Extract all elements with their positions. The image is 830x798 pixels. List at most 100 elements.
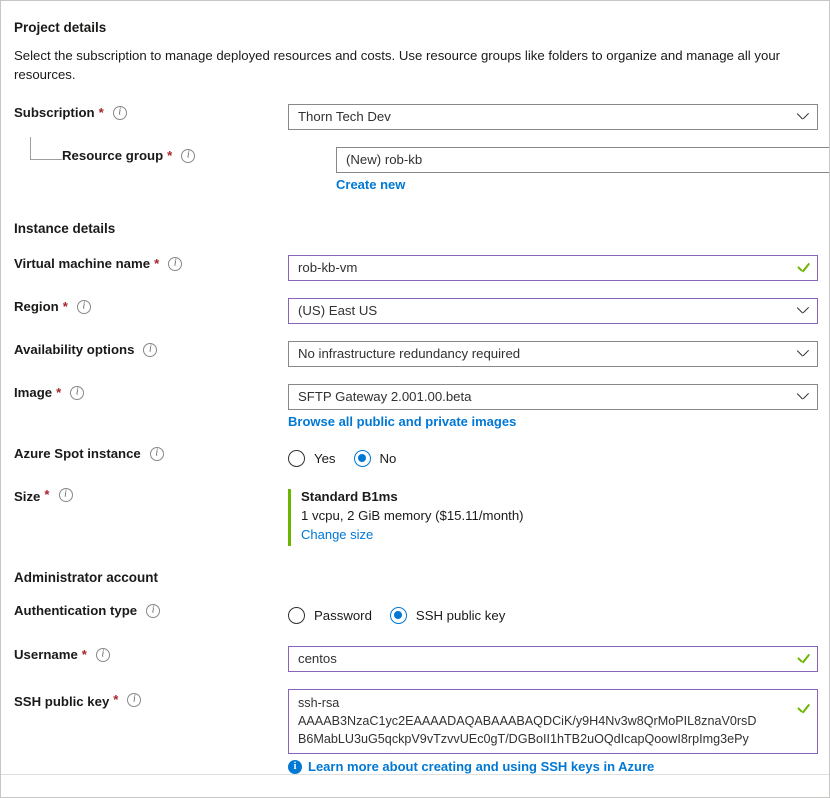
auth-radio-ssh-public-key[interactable]: SSH public key — [389, 606, 506, 624]
info-icon[interactable]: i — [95, 647, 110, 662]
auth-radio-password[interactable]: Password — [288, 606, 372, 624]
ssh-public-key-textarea[interactable]: ssh-rsa AAAAB3NzaC1yc2EAAAADAQABAAABAQDC… — [288, 689, 818, 754]
subscription-value: Thorn Tech Dev — [298, 109, 391, 124]
availability-options-control: No infrastructure redundancy required — [288, 341, 818, 367]
info-icon[interactable]: i — [149, 446, 164, 461]
resource-group-value: (New) rob-kb — [346, 152, 423, 167]
info-icon[interactable]: i — [58, 488, 73, 502]
image-label-group: Image * i — [14, 384, 288, 401]
authentication-type-label: Authentication type — [14, 603, 138, 618]
project-details-heading: Project details — [14, 20, 107, 35]
ssh-learn-more-link[interactable]: Learn more about creating and using SSH … — [308, 759, 654, 774]
radio-unchecked-icon — [288, 606, 305, 624]
info-icon[interactable]: i — [76, 299, 91, 314]
subscription-dropdown[interactable]: Thorn Tech Dev — [288, 104, 818, 130]
vm-name-row: Virtual machine name * i rob-kb-vm — [14, 255, 818, 281]
radio-checked-icon — [389, 606, 407, 624]
resource-group-label-group: Resource group * i — [14, 147, 336, 164]
region-control: (US) East US — [288, 298, 818, 324]
info-icon[interactable]: i — [168, 256, 183, 271]
vm-name-label: Virtual machine name — [14, 256, 151, 271]
region-label-group: Region * i — [14, 298, 288, 315]
project-details-description: Select the subscription to manage deploy… — [14, 48, 781, 82]
image-label: Image — [14, 385, 53, 400]
required-asterisk: * — [113, 692, 119, 707]
create-new-resource-group-link[interactable]: Create new — [336, 177, 405, 192]
region-row: Region * i (US) East US — [14, 298, 818, 324]
administrator-account-heading: Administrator account — [14, 570, 159, 585]
instance-details-heading: Instance details — [14, 221, 116, 236]
username-row: Username * i centos — [14, 646, 818, 672]
ssh-key-line-3: B6MabLU3uG5qckpV9vTzvvUEc0gT/DGBoII1hTB2… — [298, 732, 749, 746]
required-asterisk: * — [44, 487, 50, 502]
info-icon-glyph: i — [75, 386, 79, 397]
info-icon[interactable]: i — [143, 342, 158, 357]
tree-connector-line — [30, 137, 62, 160]
image-dropdown[interactable]: SFTP Gateway 2.001.00.beta — [288, 384, 818, 410]
region-dropdown[interactable]: (US) East US — [288, 298, 818, 324]
size-detail: 1 vcpu, 2 GiB memory ($15.11/month) — [301, 508, 524, 523]
subscription-row: Subscription * i Thorn Tech Dev — [14, 104, 818, 130]
info-icon-glyph: i — [155, 447, 159, 458]
info-icon[interactable]: i — [70, 385, 85, 400]
azure-spot-radio-yes[interactable]: Yes — [288, 449, 336, 467]
radio-checked-icon — [353, 449, 371, 467]
azure-spot-yes-label: Yes — [314, 450, 336, 466]
size-control: Standard B1ms 1 vcpu, 2 GiB memory ($15.… — [288, 487, 815, 546]
radio-unchecked-icon — [288, 449, 305, 467]
required-asterisk: * — [56, 384, 62, 400]
info-icon[interactable]: i — [146, 603, 161, 618]
authentication-type-radio-group: Password SSH public key — [288, 602, 815, 628]
auth-ssh-key-label: SSH public key — [415, 607, 506, 623]
azure-spot-no-label: No — [379, 450, 397, 466]
availability-options-value: No infrastructure redundancy required — [298, 346, 521, 361]
username-value: centos — [298, 651, 337, 666]
chevron-down-icon — [797, 391, 808, 402]
valid-check-icon — [796, 702, 809, 715]
resource-group-dropdown[interactable]: (New) rob-kb — [336, 147, 829, 173]
azure-spot-instance-row: Azure Spot instance i Yes No — [14, 445, 815, 471]
info-badge-glyph: i — [293, 760, 297, 772]
create-vm-basics-panel: Project details Select the subscription … — [0, 0, 830, 798]
valid-check-icon — [796, 261, 809, 274]
change-size-link[interactable]: Change size — [301, 527, 373, 542]
subscription-label-group: Subscription * i — [14, 104, 288, 121]
info-icon-glyph: i — [82, 300, 86, 311]
required-asterisk: * — [81, 646, 87, 662]
info-icon[interactable]: i — [127, 693, 142, 707]
info-icon-glyph: i — [133, 693, 136, 705]
info-icon-glyph: i — [64, 488, 67, 500]
vm-name-input[interactable]: rob-kb-vm — [288, 255, 818, 281]
info-icon-glyph: i — [186, 149, 190, 160]
ssh-key-line-1: ssh-rsa — [298, 696, 340, 710]
username-control: centos — [288, 646, 818, 672]
size-label: Size — [14, 489, 41, 504]
azure-spot-label-group: Azure Spot instance i — [14, 445, 288, 462]
info-icon[interactable]: i — [181, 148, 196, 163]
ssh-public-key-row: SSH public key * i ssh-rsa AAAAB3NzaC1yc… — [14, 689, 818, 774]
azure-spot-radio-no[interactable]: No — [353, 449, 397, 467]
size-row: Size * i Standard B1ms 1 vcpu, 2 GiB mem… — [14, 487, 815, 546]
required-asterisk: * — [154, 255, 160, 271]
image-control: SFTP Gateway 2.001.00.beta Browse all pu… — [288, 384, 818, 431]
required-asterisk: * — [98, 104, 104, 120]
authentication-type-row: Authentication type i Password SSH publi… — [14, 602, 815, 628]
availability-options-label-group: Availability options i — [14, 341, 288, 358]
valid-check-icon — [796, 652, 809, 665]
browse-images-link[interactable]: Browse all public and private images — [288, 414, 516, 429]
authentication-type-label-group: Authentication type i — [14, 602, 288, 619]
info-icon-glyph: i — [101, 648, 105, 659]
username-input[interactable]: centos — [288, 646, 818, 672]
info-icon-glyph: i — [118, 106, 122, 117]
form-content: Project details Select the subscription … — [1, 1, 829, 797]
vm-name-control: rob-kb-vm — [288, 255, 818, 281]
chevron-down-icon — [797, 305, 808, 316]
authentication-type-control: Password SSH public key — [288, 602, 815, 628]
availability-options-dropdown[interactable]: No infrastructure redundancy required — [288, 341, 818, 367]
availability-options-row: Availability options i No infrastructure… — [14, 341, 818, 367]
size-label-group: Size * i — [14, 487, 288, 505]
info-icon[interactable]: i — [112, 105, 127, 120]
required-asterisk: * — [167, 147, 173, 163]
ssh-key-line-2: AAAAB3NzaC1yc2EAAAADAQABAAABAQDCiK/y9H4N… — [298, 714, 757, 728]
resource-group-control: (New) rob-kb Create new — [336, 147, 829, 194]
